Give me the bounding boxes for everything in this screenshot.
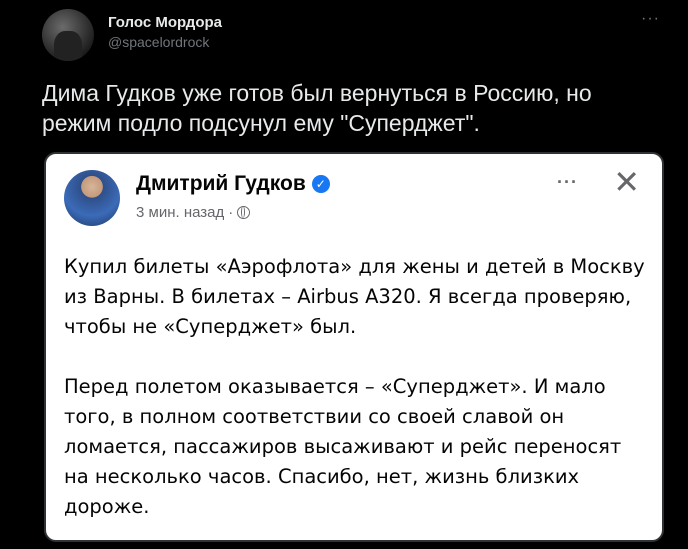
verified-badge-icon: ✓ bbox=[311, 175, 330, 193]
globe-icon bbox=[237, 206, 251, 219]
close-icon: ✕ bbox=[613, 163, 640, 201]
author-display-name[interactable]: Голос Мордора bbox=[108, 13, 222, 33]
embed-more-icon: ··· bbox=[557, 172, 578, 192]
embed-meta: 3 мин. назад · bbox=[136, 204, 251, 221]
author-avatar[interactable] bbox=[42, 9, 94, 61]
tweet-header: Голос Мордора @spacelordrock bbox=[42, 9, 222, 61]
embedded-screenshot[interactable]: Дмитрий Гудков ✓ 3 мин. назад · ··· ✕ Ку… bbox=[44, 152, 664, 542]
embed-paragraph: Перед полетом оказывается – «Суперджет».… bbox=[64, 375, 622, 518]
embed-author-avatar bbox=[64, 170, 120, 226]
embed-timestamp: 3 мин. назад bbox=[136, 204, 225, 221]
embed-author-name: Дмитрий Гудков bbox=[136, 172, 306, 195]
embed-name-row: Дмитрий Гудков ✓ bbox=[136, 172, 330, 196]
embed-meta-separator: · bbox=[228, 204, 234, 221]
more-options-button[interactable]: ··· bbox=[641, 10, 660, 28]
tweet-text: Дима Гудков уже готов был вернуться в Ро… bbox=[42, 80, 592, 136]
embed-post-body: Купил билеты «Аэрофлота» для жены и дете… bbox=[64, 252, 650, 540]
author-handle[interactable]: @spacelordrock bbox=[108, 33, 222, 51]
author-names: Голос Мордора @spacelordrock bbox=[108, 13, 222, 51]
embed-paragraph: Купил билеты «Аэрофлота» для жены и дете… bbox=[64, 255, 645, 338]
tweet: Голос Мордора @spacelordrock ··· Дима Гу… bbox=[0, 0, 688, 549]
